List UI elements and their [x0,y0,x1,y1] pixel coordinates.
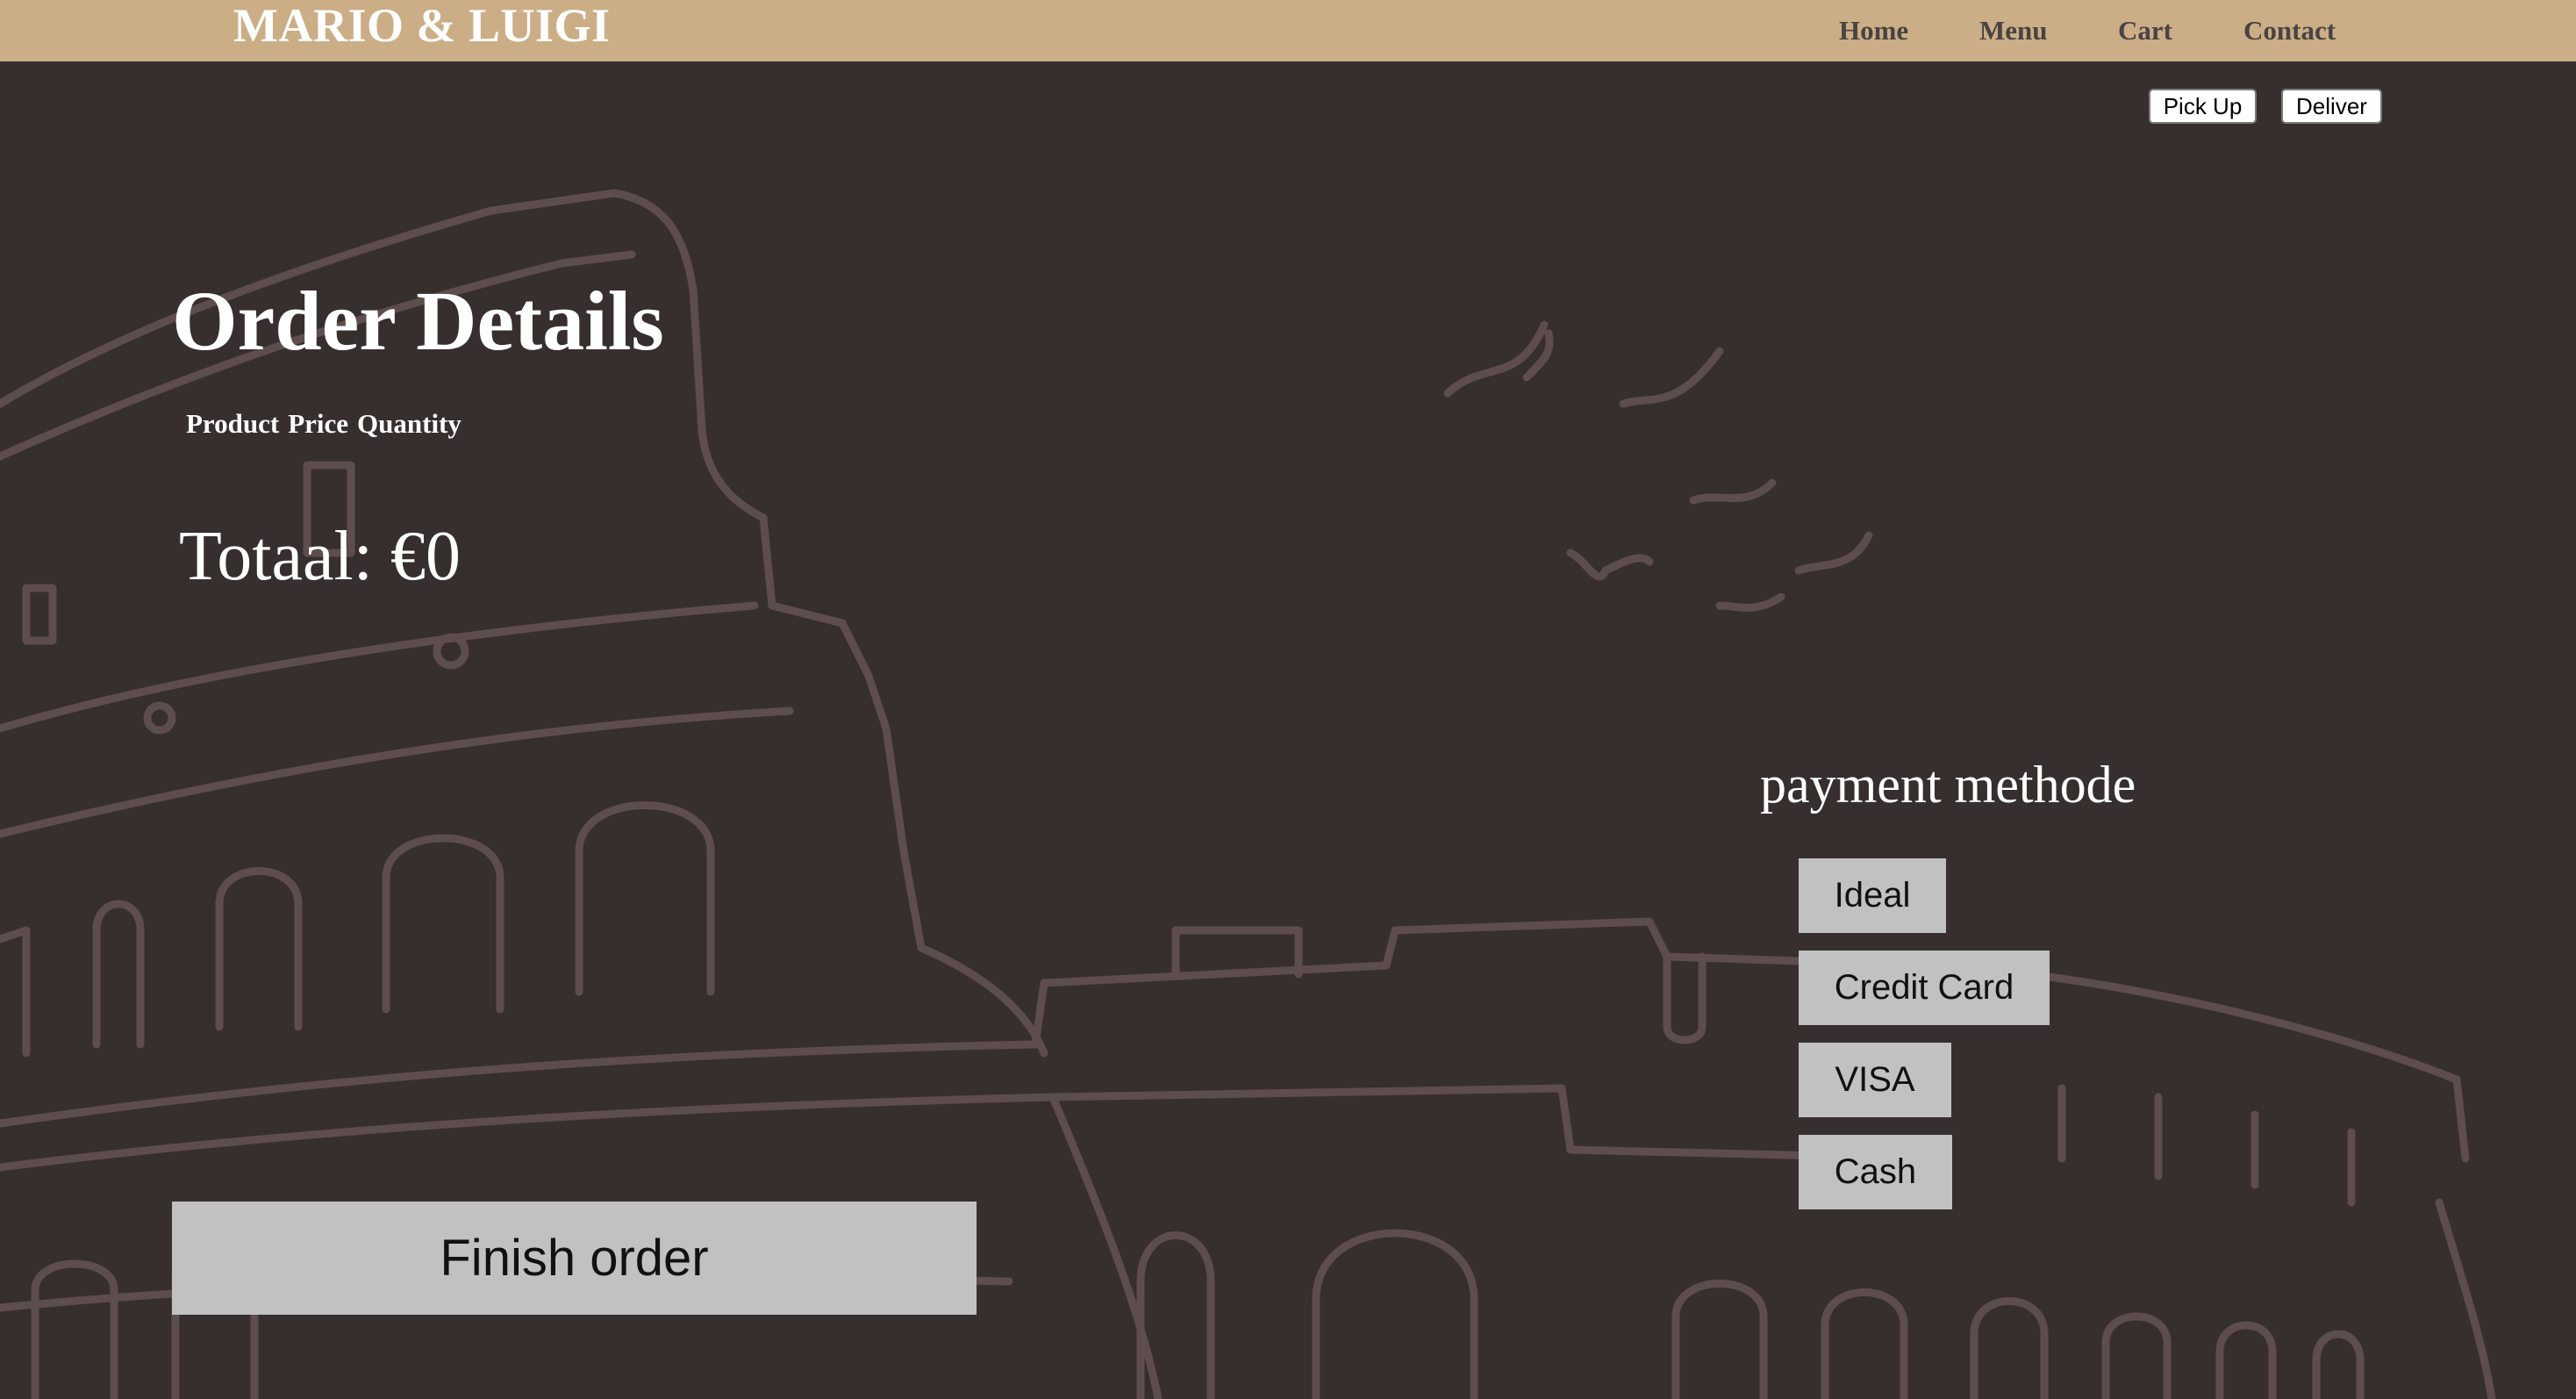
payment-visa-button[interactable]: VISA [1799,1043,1951,1117]
top-nav-bar: MARIO & LUIGI Home Menu Cart Contact [0,0,2576,61]
payment-method-heading: payment methode [1760,756,2136,814]
nav-link-contact[interactable]: Contact [2243,0,2336,61]
column-header-product: Product [186,408,280,439]
payment-cash-button[interactable]: Cash [1799,1135,1952,1209]
site-logo[interactable]: MARIO & LUIGI [233,0,611,56]
nav-link-home[interactable]: Home [1839,0,1908,61]
finish-order-button[interactable]: Finish order [172,1202,977,1315]
column-header-quantity: Quantity [357,408,462,439]
payment-credit-card-button[interactable]: Credit Card [1799,951,2050,1025]
order-total: Totaal: €0 [179,518,461,595]
order-table-header: Product Price Quantity [186,406,470,441]
payment-ideal-button[interactable]: Ideal [1799,858,1946,933]
colosseum-background-icon [0,189,2496,1399]
nav-link-menu[interactable]: Menu [1979,0,2048,61]
nav-link-cart[interactable]: Cart [2118,0,2172,61]
pick-up-button[interactable]: Pick Up [2149,89,2257,124]
deliver-button[interactable]: Deliver [2281,89,2382,124]
column-header-price: Price [288,408,349,439]
page-title: Order Details [172,274,664,368]
